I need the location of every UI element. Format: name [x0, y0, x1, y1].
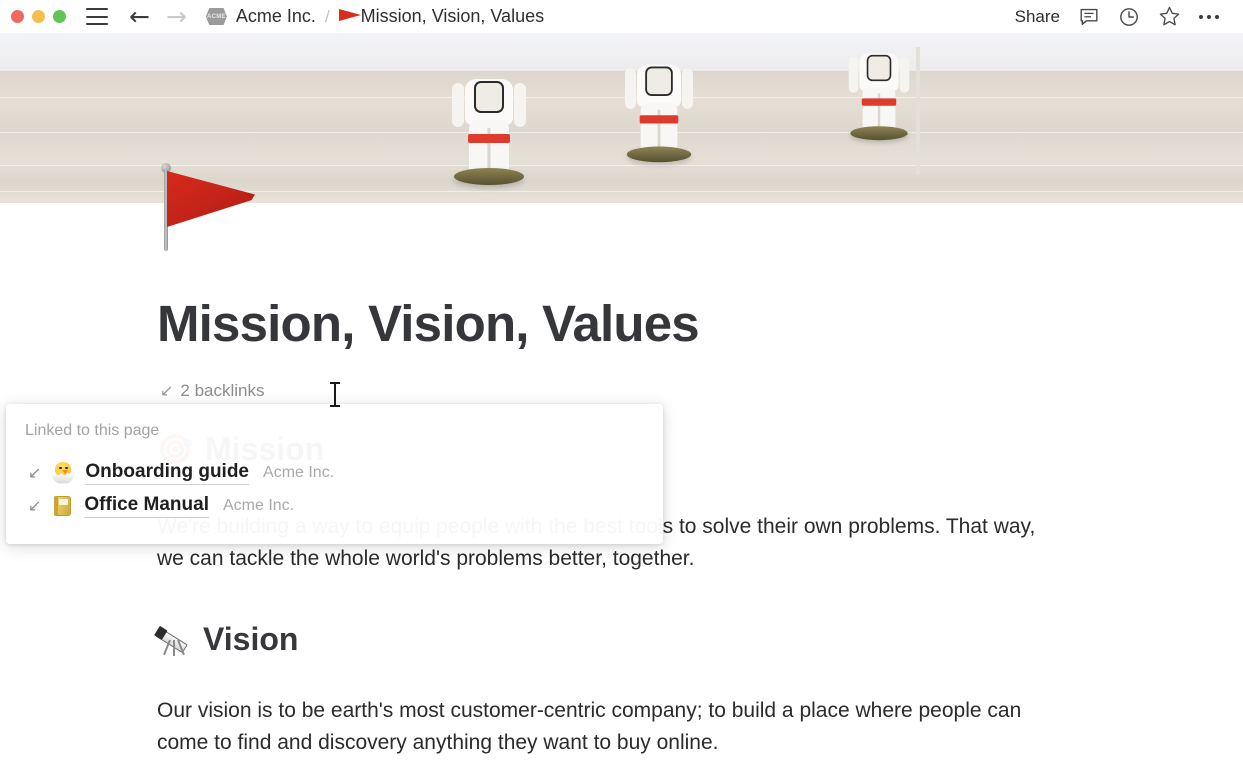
page-title[interactable]: Mission, Vision, Values [157, 298, 700, 349]
backlink-arrow-icon: ↙ [28, 495, 42, 515]
star-icon[interactable] [1149, 3, 1189, 31]
astronaut-figurine [450, 65, 528, 185]
backlinks-count-label: 2 backlinks [180, 381, 265, 400]
minimize-window-button[interactable] [32, 10, 45, 23]
page-icon-red-flag[interactable] [158, 162, 258, 257]
close-window-button[interactable] [11, 10, 24, 23]
cover-background-wall [0, 33, 1243, 75]
window-titlebar: ← → ACME Acme Inc. / Mission, Vision, Va… [0, 0, 1243, 33]
forward-arrow-icon[interactable]: → [166, 4, 187, 29]
breadcrumb-page[interactable]: Mission, Vision, Values [361, 6, 544, 27]
section-heading-text: Vision [203, 621, 299, 657]
backlink-arrow-icon: ↙ [28, 462, 42, 482]
section-body-vision[interactable]: Our vision is to be earth's most custome… [157, 695, 1065, 759]
breadcrumb: ACME Acme Inc. / Mission, Vision, Values [205, 6, 544, 27]
titlebar-actions: Share [1006, 3, 1229, 31]
navigation-arrows: ← → [129, 4, 187, 29]
hamburger-menu-icon[interactable] [86, 8, 108, 25]
backlinks-popup: Linked to this page ↙ Onboarding guide A… [6, 404, 663, 544]
text-cursor [330, 382, 340, 407]
backlink-title[interactable]: Office Manual [84, 494, 209, 518]
breadcrumb-separator: / [324, 6, 330, 26]
backlinks-popup-header: Linked to this page [25, 422, 160, 439]
share-button[interactable]: Share [1006, 3, 1069, 31]
workspace-logo-text: ACME [206, 13, 226, 20]
more-options-icon[interactable] [1189, 3, 1229, 31]
cover-pole [916, 47, 920, 175]
backlink-arrow-icon: ↙ [160, 381, 174, 400]
window-controls [11, 10, 66, 23]
telescope-icon [154, 624, 191, 656]
red-flag-icon [338, 7, 361, 26]
clock-history-icon[interactable] [1109, 3, 1149, 31]
maximize-window-button[interactable] [53, 10, 66, 23]
back-arrow-icon[interactable]: ← [129, 4, 150, 29]
backlink-title[interactable]: Onboarding guide [85, 461, 250, 485]
astronaut-figurine [847, 42, 911, 141]
section-heading-vision: Vision [154, 621, 299, 658]
backlink-item[interactable]: ↙ Onboarding guide Acme Inc. [6, 456, 663, 489]
astronaut-figurine [623, 52, 695, 163]
comment-icon[interactable] [1069, 3, 1109, 31]
ledger-book-icon [52, 495, 73, 517]
backlink-parent: Acme Inc. [222, 496, 295, 514]
breadcrumb-workspace[interactable]: Acme Inc. [236, 6, 316, 27]
hatching-chick-icon [52, 461, 75, 484]
backlinks-toggle[interactable]: ↙ 2 backlinks [160, 381, 265, 401]
workspace-logo-icon: ACME [205, 8, 227, 25]
backlink-parent: Acme Inc. [263, 463, 335, 481]
backlink-item[interactable]: ↙ Office Manual Acme Inc. [6, 489, 663, 522]
